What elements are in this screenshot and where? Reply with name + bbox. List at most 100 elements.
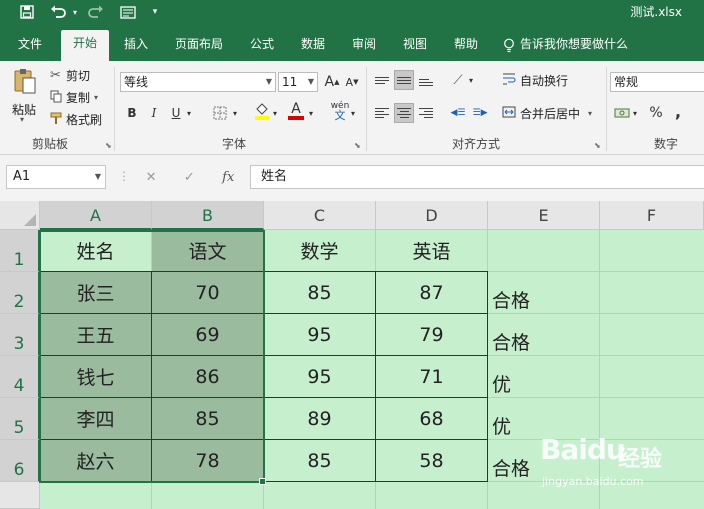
cell-c3[interactable]: 95 — [264, 314, 375, 355]
paste-icon[interactable] — [12, 67, 42, 95]
name-box[interactable]: A1 ▼ — [6, 165, 106, 189]
font-color-dropdown-icon[interactable]: ▾ — [306, 103, 316, 123]
tell-me-search[interactable]: 告诉我你想要做什么 — [520, 32, 638, 61]
tab-review[interactable]: 审阅 — [344, 32, 384, 61]
orientation-dropdown-icon[interactable]: ▾ — [466, 70, 476, 90]
percent-button[interactable]: % — [646, 103, 666, 123]
row-header-5[interactable]: 5 — [0, 398, 40, 440]
cell-e2[interactable]: 合格 — [488, 272, 599, 313]
tab-formulas[interactable]: 公式 — [242, 32, 282, 61]
undo-icon[interactable] — [48, 2, 68, 22]
italic-button[interactable]: I — [144, 103, 164, 123]
borders-dropdown-icon[interactable]: ▾ — [230, 103, 240, 123]
cell-b4[interactable]: 86 — [152, 356, 263, 397]
customize-qat-icon[interactable]: ▾ — [148, 2, 162, 22]
cell-c6[interactable]: 85 — [264, 440, 375, 481]
cell-d5[interactable]: 68 — [376, 398, 487, 439]
tab-insert[interactable]: 插入 — [114, 32, 158, 61]
cell-d4[interactable]: 71 — [376, 356, 487, 397]
currency-dropdown-icon[interactable]: ▾ — [630, 103, 640, 123]
cell-c5[interactable]: 89 — [264, 398, 375, 439]
cell-c4[interactable]: 95 — [264, 356, 375, 397]
tab-data[interactable]: 数据 — [293, 32, 333, 61]
align-left-button[interactable] — [372, 103, 392, 123]
cell-b1[interactable]: 语文 — [152, 230, 263, 271]
row-header-7[interactable] — [0, 482, 40, 509]
grow-font-button[interactable]: A ▲ — [322, 72, 342, 92]
insert-function-icon[interactable]: fx — [222, 170, 234, 185]
cell-a2[interactable]: 张三 — [40, 272, 151, 313]
cell-d3[interactable]: 79 — [376, 314, 487, 355]
cell-a5[interactable]: 李四 — [40, 398, 151, 439]
orientation-button[interactable]: ⟋ — [448, 70, 468, 90]
font-color-button[interactable]: A — [286, 101, 306, 121]
cell-a4[interactable]: 钱七 — [40, 356, 151, 397]
font-name-select[interactable]: 等线 ▼ — [120, 72, 276, 92]
column-header-b[interactable]: B — [152, 201, 264, 230]
cell-a6[interactable]: 赵六 — [40, 440, 151, 481]
paste-dropdown-icon[interactable]: ▾ — [20, 115, 24, 124]
row-header-2[interactable]: 2 — [0, 272, 40, 314]
form-icon[interactable] — [118, 2, 138, 22]
cell-a1[interactable]: 姓名 — [40, 230, 151, 271]
tab-help[interactable]: 帮助 — [446, 32, 486, 61]
worksheet-grid[interactable]: A B C D E F 1 2 3 4 5 6 姓名 语文 数学 英语 张三 7… — [0, 201, 704, 509]
column-header-c[interactable]: C — [264, 201, 376, 230]
wrap-text-button[interactable]: 自动换行 — [502, 72, 568, 89]
font-size-select[interactable]: 11 ▼ — [278, 72, 318, 92]
copy-dropdown-icon[interactable]: ▾ — [94, 93, 98, 102]
cell-b5[interactable]: 85 — [152, 398, 263, 439]
alignment-launcher-icon[interactable]: ⬊ — [594, 141, 601, 150]
shrink-font-button[interactable]: A ▼ — [342, 72, 362, 92]
cancel-icon[interactable]: ✕ — [146, 170, 157, 185]
underline-dropdown-icon[interactable]: ▾ — [184, 103, 194, 123]
cell-d1[interactable]: 英语 — [376, 230, 487, 271]
column-header-a[interactable]: A — [40, 201, 152, 230]
cell-e3[interactable]: 合格 — [488, 314, 599, 355]
save-icon[interactable] — [16, 2, 38, 22]
cell-b3[interactable]: 69 — [152, 314, 263, 355]
cell-c2[interactable]: 85 — [264, 272, 375, 313]
align-bottom-button[interactable] — [416, 72, 436, 92]
align-right-button[interactable] — [416, 103, 436, 123]
undo-dropdown-icon[interactable]: ▾ — [70, 2, 80, 22]
row-header-1[interactable]: 1 — [0, 230, 40, 272]
merge-dropdown-icon[interactable]: ▾ — [588, 109, 592, 118]
tab-home[interactable]: 开始 — [61, 30, 109, 61]
select-all-button[interactable] — [0, 201, 40, 230]
tab-file[interactable]: 文件 — [10, 32, 50, 61]
cut-button[interactable]: ✂ 剪切 — [50, 67, 90, 84]
formula-input[interactable]: 姓名 — [250, 165, 704, 189]
row-header-6[interactable]: 6 — [0, 440, 40, 482]
redo-icon[interactable] — [86, 2, 106, 22]
font-launcher-icon[interactable]: ⬊ — [354, 141, 361, 150]
cell-a3[interactable]: 王五 — [40, 314, 151, 355]
borders-button[interactable] — [210, 103, 230, 123]
cell-b6[interactable]: 78 — [152, 440, 263, 481]
row-header-3[interactable]: 3 — [0, 314, 40, 356]
cell-b2[interactable]: 70 — [152, 272, 263, 313]
row-header-4[interactable]: 4 — [0, 356, 40, 398]
number-format-select[interactable]: 常规 — [610, 72, 704, 92]
decrease-indent-button[interactable]: ◀☰ — [448, 103, 468, 123]
currency-button[interactable] — [612, 103, 632, 123]
enter-icon[interactable]: ✓ — [184, 170, 195, 185]
column-header-f[interactable]: F — [600, 201, 704, 230]
format-painter-button[interactable]: 格式刷 — [50, 111, 102, 128]
bold-button[interactable]: B — [122, 103, 142, 123]
merge-center-button[interactable]: 合并后居中 ▾ — [502, 105, 592, 122]
cell-d6[interactable]: 58 — [376, 440, 487, 481]
tab-page-layout[interactable]: 页面布局 — [166, 32, 232, 61]
clipboard-launcher-icon[interactable]: ⬊ — [105, 141, 112, 150]
fill-color-button[interactable] — [252, 101, 272, 121]
align-center-button[interactable] — [394, 103, 414, 123]
underline-button[interactable]: U — [166, 103, 186, 123]
phonetic-button[interactable]: wén 文 — [330, 101, 350, 121]
cell-e4[interactable]: 优 — [488, 356, 599, 397]
comma-button[interactable]: , — [668, 101, 688, 121]
align-middle-button[interactable] — [394, 70, 414, 90]
fill-handle[interactable] — [259, 478, 266, 485]
phonetic-dropdown-icon[interactable]: ▾ — [348, 103, 358, 123]
copy-button[interactable]: 复制 ▾ — [50, 89, 98, 106]
align-top-button[interactable] — [372, 70, 392, 90]
